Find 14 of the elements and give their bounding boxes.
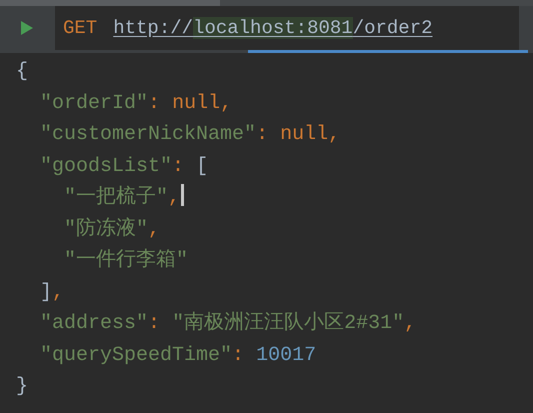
code-line: "goodsList": [ — [39, 154, 208, 180]
code-line: "address": "南极洲汪汪队小区2#31", — [39, 310, 416, 337]
code-line: "orderId": null, — [39, 90, 232, 116]
code-line: "querySpeedTime": 10017 — [39, 342, 316, 368]
code-line: ], — [39, 280, 64, 306]
code-line: { — [16, 59, 28, 85]
code-line: "customerNickName": null, — [39, 122, 340, 148]
code-line: "一把梳子", — [16, 182, 184, 214]
run-icon[interactable] — [20, 21, 32, 35]
code-line: "防冻液", — [63, 216, 160, 242]
code-line: "一件行李箱" — [63, 248, 188, 274]
request-url[interactable]: http://localhost:8081/order2 — [113, 14, 433, 42]
http-method: GET — [63, 16, 98, 41]
code-line: } — [16, 374, 28, 400]
